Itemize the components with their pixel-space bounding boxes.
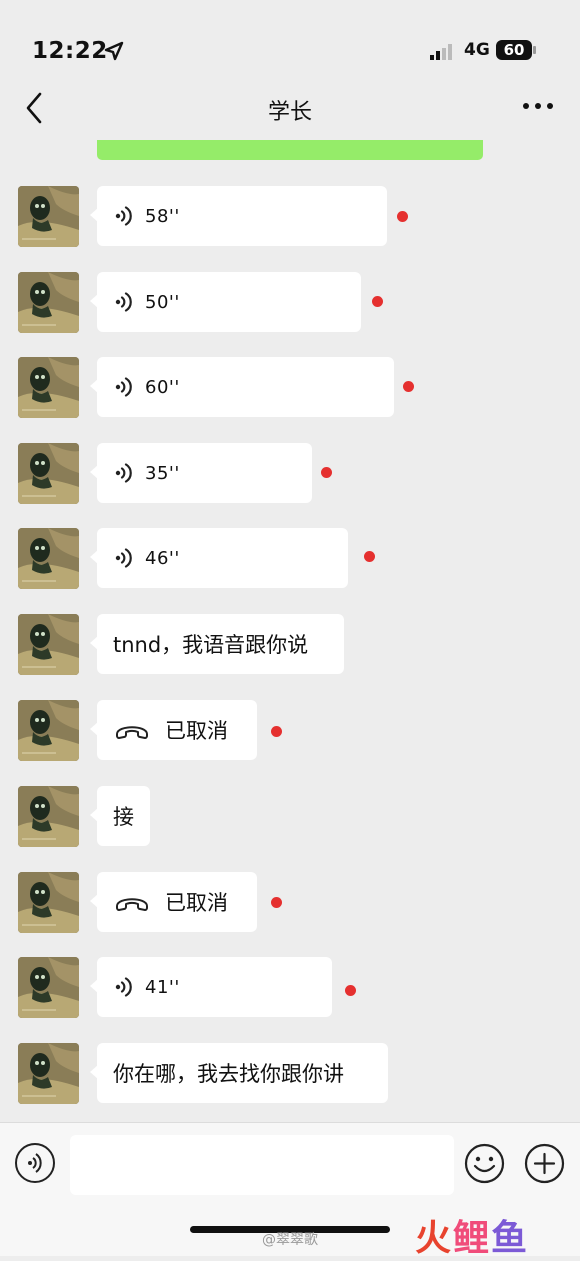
text-message-bubble[interactable]: 接	[90, 786, 150, 846]
voice-wave-icon	[115, 206, 132, 226]
signal-icon	[430, 44, 452, 60]
message-row: 41''	[0, 957, 580, 1019]
voice-duration: 35''	[145, 462, 180, 484]
message-row: 35''	[0, 443, 580, 505]
phone-hangup-icon	[116, 726, 148, 739]
message-input[interactable]	[70, 1135, 454, 1195]
voice-message-bubble[interactable]: 35''	[90, 443, 312, 503]
phone-hangup-icon	[116, 898, 148, 911]
unread-dot	[372, 296, 383, 307]
avatar[interactable]	[18, 700, 79, 761]
site-logo: 火鲤鱼	[415, 1218, 530, 1259]
avatar[interactable]	[18, 872, 79, 933]
message-row: 46''	[0, 528, 580, 590]
battery-level: 60	[496, 40, 532, 60]
voice-message-bubble[interactable]: 50''	[90, 272, 361, 332]
voice-duration: 41''	[145, 976, 180, 998]
voice-message-bubble[interactable]: 60''	[90, 357, 394, 417]
voice-wave-icon	[115, 292, 132, 312]
network-type: 4G	[464, 40, 490, 60]
avatar[interactable]	[18, 614, 79, 675]
unread-dot	[271, 726, 282, 737]
voice-duration: 46''	[145, 547, 180, 569]
chat-title: 学长	[267, 100, 312, 125]
avatar[interactable]	[18, 443, 79, 504]
avatar[interactable]	[18, 786, 79, 847]
more-options-button[interactable]	[520, 92, 556, 120]
message-row: 已取消	[0, 872, 580, 934]
voice-wave-icon	[115, 548, 132, 568]
unread-dot	[397, 211, 408, 222]
unread-dot	[364, 551, 375, 562]
chat-header: 学长	[0, 80, 580, 140]
voice-duration: 58''	[145, 205, 180, 227]
input-bar: @翠翠歌 火鲤鱼	[0, 1122, 580, 1259]
message-row: tnnd，我语音跟你说	[0, 614, 580, 676]
call-status: 已取消	[165, 891, 228, 915]
voice-duration: 60''	[145, 376, 180, 398]
status-time: 12:22	[32, 38, 108, 64]
unread-dot	[403, 381, 414, 392]
message-text: tnnd，我语音跟你说	[113, 633, 309, 657]
voice-message-bubble[interactable]: 58''	[90, 186, 387, 246]
voice-icon	[28, 1153, 42, 1173]
voice-message-bubble[interactable]: 41''	[90, 957, 332, 1017]
call-message-bubble[interactable]: 已取消	[90, 872, 257, 932]
message-row: 50''	[0, 272, 580, 334]
avatar[interactable]	[18, 272, 79, 333]
unread-dot	[345, 985, 356, 996]
sent-message-bubble-partial[interactable]	[97, 140, 483, 160]
message-row: 你在哪，我去找你跟你讲	[0, 1043, 580, 1105]
text-message-bubble[interactable]: tnnd，我语音跟你说	[90, 614, 344, 674]
location-arrow-icon	[104, 41, 124, 61]
avatar[interactable]	[18, 186, 79, 247]
avatar[interactable]	[18, 1043, 79, 1104]
message-text: 你在哪，我去找你跟你讲	[113, 1062, 344, 1086]
text-message-bubble[interactable]: 你在哪，我去找你跟你讲	[90, 1043, 388, 1103]
message-row: 58''	[0, 186, 580, 248]
avatar[interactable]	[18, 528, 79, 589]
call-message-bubble[interactable]: 已取消	[90, 700, 257, 760]
message-text: 接	[113, 805, 134, 829]
voice-duration: 50''	[145, 291, 180, 313]
more-actions-button[interactable]	[524, 1143, 565, 1184]
message-row: 60''	[0, 357, 580, 419]
message-row: 已取消	[0, 700, 580, 762]
voice-message-bubble[interactable]: 46''	[90, 528, 348, 588]
unread-dot	[271, 897, 282, 908]
battery-icon: 60	[496, 40, 538, 62]
emoji-button[interactable]	[464, 1143, 505, 1184]
unread-dot	[321, 467, 332, 478]
avatar[interactable]	[18, 357, 79, 418]
voice-input-button[interactable]	[15, 1143, 55, 1183]
voice-wave-icon	[115, 377, 132, 397]
voice-wave-icon	[115, 977, 132, 997]
status-bar: 12:22 4G 60	[0, 0, 580, 90]
voice-wave-icon	[115, 463, 132, 483]
watermark: @翠翠歌	[262, 1232, 318, 1248]
call-status: 已取消	[165, 719, 228, 743]
avatar[interactable]	[18, 957, 79, 1018]
message-row: 接	[0, 786, 580, 848]
